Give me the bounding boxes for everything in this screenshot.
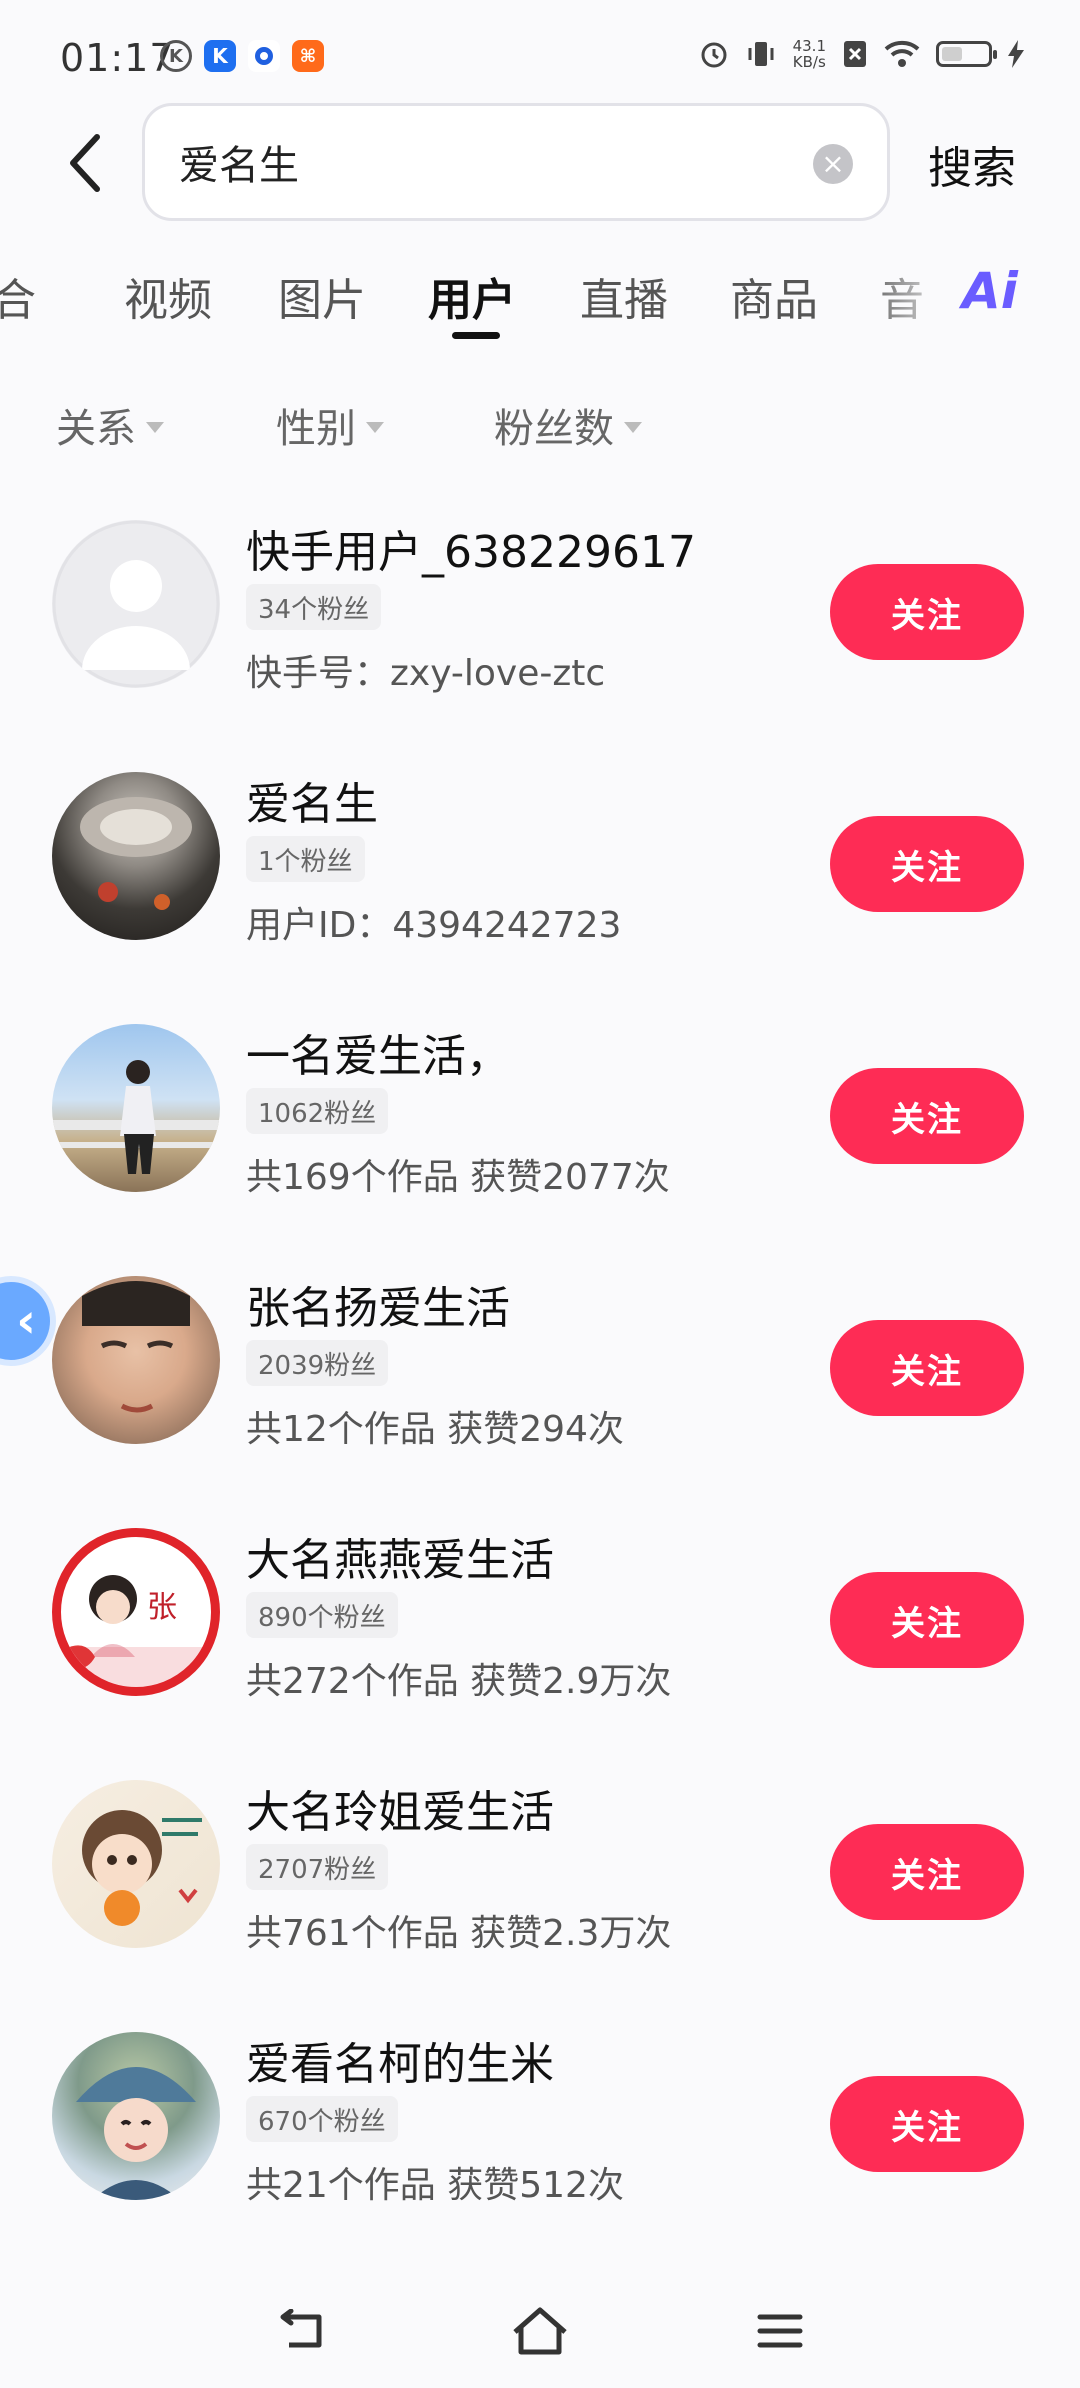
search-query: 爱名生 [179, 143, 299, 189]
illustration-avatar[interactable] [52, 1780, 220, 1948]
user-name: 一名爱生活， [246, 1031, 510, 1082]
fans-badge: 670个粉丝 [246, 2096, 398, 2142]
chevron-left-icon [70, 134, 100, 192]
filter-relationship[interactable]: 关系 [56, 396, 164, 454]
user-name: 爱名生 [246, 779, 378, 830]
default-avatar[interactable] [52, 520, 220, 688]
follow-button[interactable]: 关注 [830, 816, 1024, 912]
user-meta: 用户ID：4394242723 [246, 905, 622, 946]
clear-search-button[interactable]: × [813, 144, 853, 184]
net-speed: 43.1 KB/s [793, 38, 826, 70]
photo-avatar[interactable] [52, 2032, 220, 2200]
filter-label: 性别 [276, 406, 356, 452]
chevron-left-icon: ‹ [16, 1293, 36, 1349]
follow-button[interactable]: 关注 [830, 1320, 1024, 1416]
back-button[interactable] [50, 118, 120, 208]
search-results-page: 01:17 K K ⌘ 43.1 KB/s 爱名生 × 搜索 合 视频 图片 用… [0, 0, 1080, 2388]
charging-icon [1008, 40, 1024, 68]
ai-icon[interactable]: Ai [962, 262, 1018, 320]
user-meta: 共272个作品 获赞2.9万次 [246, 1661, 672, 1702]
user-name: 快手用户_638229617 [246, 527, 696, 578]
system-status-icons: 43.1 KB/s [699, 38, 1024, 70]
home-nav-button[interactable] [505, 2296, 575, 2366]
back-nav-button[interactable] [266, 2296, 336, 2366]
search-input[interactable]: 爱名生 × [142, 103, 890, 221]
fans-badge: 2039粉丝 [246, 1340, 389, 1386]
k-blue-icon: K [204, 40, 236, 72]
photo-avatar[interactable] [52, 1276, 220, 1444]
fans-badge: 34个粉丝 [246, 584, 382, 630]
vibrate-icon [748, 42, 774, 66]
user-row[interactable]: 张名扬爱生活 2039粉丝 共12个作品 获赞294次 关注 [0, 1266, 1080, 1518]
home-icon [513, 2307, 567, 2355]
user-row[interactable]: 快手用户_638229617 34个粉丝 快手号：zxy-love-ztc 关注 [0, 510, 1080, 762]
fans-badge: 1个粉丝 [246, 836, 365, 882]
tab-live[interactable]: 直播 [580, 264, 668, 328]
active-tab-indicator [452, 332, 500, 339]
user-meta: 共12个作品 获赞294次 [246, 1409, 624, 1450]
follow-button[interactable]: 关注 [830, 2076, 1024, 2172]
fans-badge: 890个粉丝 [246, 1592, 398, 1638]
tab-users[interactable]: 用户 [428, 264, 516, 328]
follow-button[interactable]: 关注 [830, 1824, 1024, 1920]
user-name: 张名扬爱生活 [246, 1283, 510, 1334]
photo-avatar[interactable] [52, 1024, 220, 1192]
tabs-fade [860, 250, 960, 350]
tab-images[interactable]: 图片 [278, 264, 366, 328]
close-icon: × [821, 147, 845, 180]
user-meta: 共761个作品 获赞2.3万次 [246, 1913, 672, 1954]
tab-videos[interactable]: 视频 [124, 264, 212, 328]
status-time: 01:17 [60, 36, 175, 80]
filter-gender[interactable]: 性别 [276, 396, 384, 454]
circle-app-icon [248, 40, 280, 72]
follow-button[interactable]: 关注 [830, 564, 1024, 660]
caret-down-icon [624, 421, 642, 433]
no-sim-icon [844, 41, 866, 67]
menu-icon [757, 2314, 803, 2348]
user-name: 大名燕燕爱生活 [246, 1535, 554, 1586]
illustration-avatar[interactable]: 张 [52, 1528, 220, 1696]
caret-down-icon [146, 421, 164, 433]
filter-label: 粉丝数 [494, 406, 614, 452]
user-meta: 共21个作品 获赞512次 [246, 2165, 624, 2206]
user-meta: 共169个作品 获赞2077次 [246, 1157, 670, 1198]
user-row[interactable]: 爱名生 1个粉丝 用户ID：4394242723 关注 [0, 762, 1080, 1014]
status-bar: 01:17 K K ⌘ 43.1 KB/s [0, 0, 1080, 110]
user-meta: 快手号：zxy-love-ztc [246, 653, 606, 694]
caret-down-icon [366, 421, 384, 433]
filter-fans-count[interactable]: 粉丝数 [494, 396, 642, 454]
user-row[interactable]: 张 大名燕燕爱生活 890个粉丝 共272个作品 获赞2.9万次 关注 [0, 1518, 1080, 1770]
user-name: 大名玲姐爱生活 [246, 1787, 554, 1838]
filter-label: 关系 [56, 406, 136, 452]
system-nav-bar [0, 2280, 1080, 2388]
svg-text:张: 张 [147, 1590, 177, 1625]
back-arrow-icon [280, 2309, 322, 2348]
wifi-icon [884, 40, 920, 67]
user-row[interactable]: 大名玲姐爱生活 2707粉丝 共761个作品 获赞2.3万次 关注 [0, 1770, 1080, 2022]
battery-icon [936, 41, 997, 67]
follow-button[interactable]: 关注 [830, 1068, 1024, 1164]
orange-app-icon: ⌘ [292, 40, 324, 72]
tab-comprehensive[interactable]: 合 [0, 264, 36, 328]
fans-badge: 1062粉丝 [246, 1088, 389, 1134]
user-row[interactable]: 爱看名柯的生米 670个粉丝 共21个作品 获赞512次 关注 [0, 2022, 1080, 2274]
notification-icons: K K ⌘ [160, 40, 324, 72]
menu-nav-button[interactable] [745, 2296, 815, 2366]
alarm-icon [701, 42, 727, 68]
follow-button[interactable]: 关注 [830, 1572, 1024, 1668]
user-name: 爱看名柯的生米 [246, 2039, 554, 2090]
photo-avatar[interactable] [52, 772, 220, 940]
net-speed-unit: KB/s [792, 53, 826, 71]
search-button[interactable]: 搜索 [928, 132, 1016, 196]
tab-products[interactable]: 商品 [730, 264, 818, 328]
user-row[interactable]: 一名爱生活， 1062粉丝 共169个作品 获赞2077次 关注 [0, 1014, 1080, 1266]
k-app-icon: K [160, 40, 192, 72]
fans-badge: 2707粉丝 [246, 1844, 389, 1890]
net-speed-value: 43.1 [792, 37, 826, 55]
filter-bar: 关系 性别 粉丝数 [0, 384, 1080, 464]
user-results-list: 快手用户_638229617 34个粉丝 快手号：zxy-love-ztc 关注… [0, 510, 1080, 2274]
